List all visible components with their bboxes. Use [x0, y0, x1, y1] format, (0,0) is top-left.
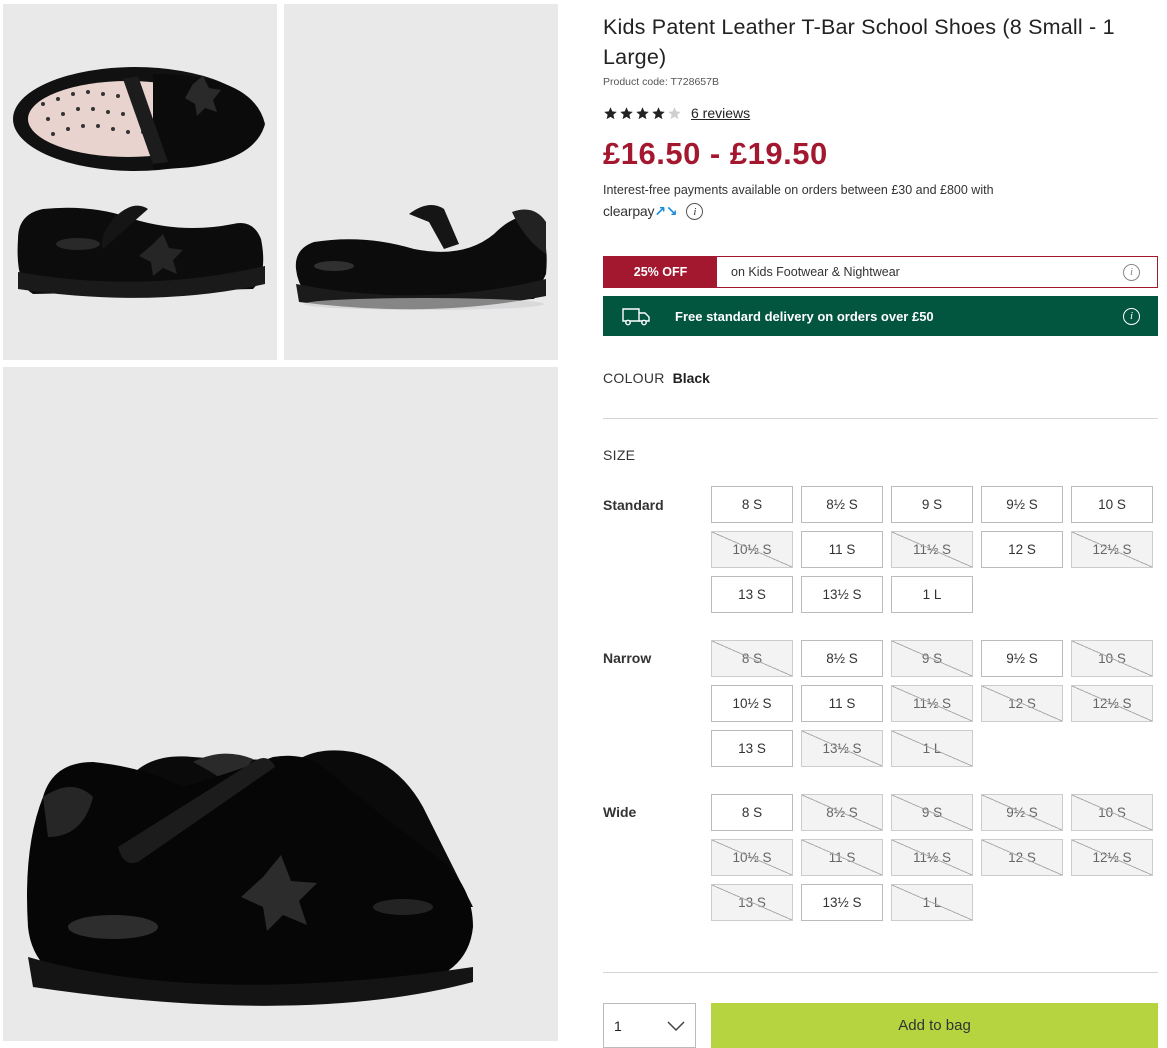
colour-value: Black — [672, 370, 710, 386]
size-option[interactable]: 8 S — [711, 486, 793, 523]
add-to-bag-button[interactable]: Add to bag — [711, 1003, 1158, 1048]
size-option[interactable]: 9½ S — [981, 794, 1063, 831]
info-icon[interactable]: i — [686, 203, 704, 220]
size-option[interactable]: 8½ S — [801, 486, 883, 523]
info-icon[interactable]: i — [1123, 307, 1140, 325]
size-label: SIZE — [603, 447, 636, 463]
size-option[interactable]: 9 S — [891, 486, 973, 523]
size-option[interactable]: 10½ S — [711, 685, 793, 722]
chevron-down-icon — [667, 1020, 685, 1031]
size-option[interactable]: 12½ S — [1071, 685, 1153, 722]
size-option[interactable]: 8 S — [711, 640, 793, 677]
delivery-text: Free standard delivery on orders over £5… — [675, 308, 934, 324]
star-filled-icon — [620, 106, 633, 119]
size-option[interactable]: 11 S — [801, 685, 883, 722]
size-grid-narrow: 8 S 8½ S9 S 9½ S 10 S 10½ S 11 S 11½ S 12 S 12½ … — [711, 640, 1153, 767]
size-option[interactable]: 12 S — [981, 685, 1063, 722]
size-option[interactable]: 11½ S — [891, 839, 973, 876]
clearpay-row: clearpay↗↘ i — [603, 203, 704, 220]
size-option[interactable]: 10 S — [1071, 640, 1153, 677]
promo-text: on Kids Footwear & Nightwear — [731, 265, 900, 279]
promo-banner: 25% OFF on Kids Footwear & Nightwear i — [603, 256, 1158, 288]
size-option[interactable]: 11 S — [801, 531, 883, 568]
clearpay-text: Interest-free payments available on orde… — [603, 183, 994, 197]
size-option[interactable]: 13½ S — [801, 730, 883, 767]
clearpay-logo: clearpay↗↘ — [603, 203, 678, 219]
size-option[interactable]: 11½ S — [891, 685, 973, 722]
delivery-van-icon — [622, 308, 650, 326]
size-option[interactable]: 1 L — [891, 576, 973, 613]
product-code: Product code: T728657B — [603, 76, 719, 88]
divider — [603, 418, 1158, 419]
product-image-main-pair[interactable] — [3, 367, 558, 1041]
size-option[interactable]: 13 S — [711, 884, 793, 921]
quantity-value: 1 — [614, 1017, 622, 1034]
size-grid-wide: 8 S 8½ S9 S 9½ S 10 S 10½ S 11 S 11½ S 12 S 12½ … — [711, 794, 1153, 921]
product-image-side[interactable] — [284, 4, 558, 360]
size-option[interactable]: 9 S — [891, 640, 973, 677]
size-option[interactable]: 12 S — [981, 531, 1063, 568]
size-option[interactable]: 8½ S — [801, 794, 883, 831]
star-filled-icon — [636, 106, 649, 119]
size-option[interactable]: 10 S — [1071, 794, 1153, 831]
size-option[interactable]: 10½ S — [711, 839, 793, 876]
size-option[interactable]: 8½ S — [801, 640, 883, 677]
fit-label-wide: Wide — [603, 804, 637, 820]
quantity-select[interactable]: 1 — [603, 1003, 696, 1048]
size-option[interactable]: 9 S — [891, 794, 973, 831]
colour-row: COLOUR Black — [603, 370, 710, 386]
delivery-banner: Free standard delivery on orders over £5… — [603, 296, 1158, 336]
size-option[interactable]: 9½ S — [981, 640, 1063, 677]
size-option[interactable]: 13½ S — [801, 884, 883, 921]
reviews-link[interactable]: 6 reviews — [691, 105, 750, 121]
size-option[interactable]: 11½ S — [891, 531, 973, 568]
promo-badge: 25% OFF — [604, 257, 717, 287]
star-empty-icon — [668, 106, 681, 119]
star-filled-icon — [604, 106, 617, 119]
colour-label: COLOUR — [603, 370, 665, 386]
size-option[interactable]: 12 S — [981, 839, 1063, 876]
divider — [603, 972, 1158, 973]
size-grid-standard: 8 S 8½ S9 S 9½ S 10 S 10½ S 11 S 11½ S 12 S 12½ … — [711, 486, 1153, 613]
size-option[interactable]: 1 L — [891, 884, 973, 921]
info-icon[interactable]: i — [1123, 263, 1140, 281]
size-option[interactable]: 13 S — [711, 576, 793, 613]
size-option[interactable]: 13½ S — [801, 576, 883, 613]
size-option[interactable]: 12½ S — [1071, 531, 1153, 568]
fit-label-narrow: Narrow — [603, 650, 652, 666]
star-filled-icon — [652, 106, 665, 119]
size-option[interactable]: 11 S — [801, 839, 883, 876]
size-option[interactable]: 9½ S — [981, 486, 1063, 523]
clearpay-logo-mark: ↗↘ — [654, 203, 678, 219]
size-option[interactable]: 10 S — [1071, 486, 1153, 523]
size-option[interactable]: 10½ S — [711, 531, 793, 568]
size-option[interactable]: 12½ S — [1071, 839, 1153, 876]
product-image-top-and-side[interactable] — [3, 4, 277, 360]
price: £16.50 - £19.50 — [603, 136, 828, 171]
size-option[interactable]: 1 L — [891, 730, 973, 767]
size-option[interactable]: 8 S — [711, 794, 793, 831]
size-option[interactable]: 13 S — [711, 730, 793, 767]
rating-row: 6 reviews — [603, 105, 750, 121]
fit-label-standard: Standard — [603, 497, 664, 513]
star-rating — [603, 106, 682, 121]
product-title: Kids Patent Leather T-Bar School Shoes (… — [603, 15, 1115, 69]
